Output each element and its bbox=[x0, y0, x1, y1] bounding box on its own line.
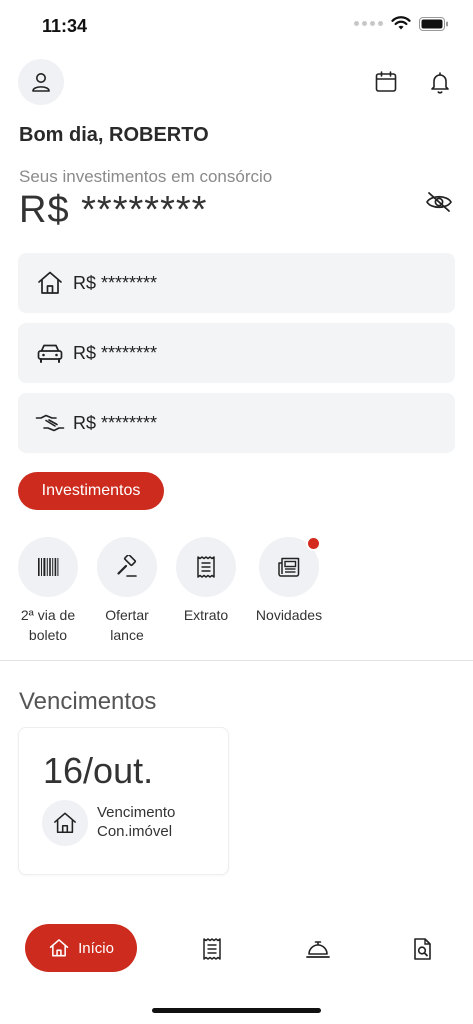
quick-action-label: Novidades bbox=[244, 605, 334, 625]
quick-action-circle bbox=[176, 537, 236, 597]
house-icon bbox=[42, 800, 88, 846]
tab-statement[interactable] bbox=[197, 934, 227, 964]
quick-action-news[interactable]: Novidades bbox=[244, 536, 334, 625]
calendar-button[interactable] bbox=[371, 67, 401, 97]
due-date-card[interactable]: 16/out. Vencimento Con.imóvel bbox=[18, 727, 229, 875]
label-line: 2ª via de bbox=[20, 607, 76, 623]
quick-action-label: 2ª via de boleto bbox=[3, 605, 93, 645]
receipt-icon bbox=[203, 938, 221, 960]
calendar-icon bbox=[375, 71, 397, 92]
quick-action-statement[interactable]: Extrato bbox=[161, 537, 251, 625]
quick-action-circle bbox=[97, 537, 157, 597]
tab-services[interactable] bbox=[303, 934, 333, 964]
investment-value: R$ ******** bbox=[73, 342, 158, 363]
house-icon bbox=[35, 268, 65, 298]
due-description: Vencimento Con.imóvel bbox=[97, 803, 175, 841]
battery-icon bbox=[419, 16, 448, 31]
total-balance: R$ ******** bbox=[19, 189, 208, 231]
due-line: Vencimento bbox=[97, 804, 176, 821]
investment-card-property[interactable]: R$ ******** bbox=[18, 253, 455, 313]
tab-search-documents[interactable] bbox=[408, 934, 438, 964]
investments-button[interactable]: Investimentos bbox=[18, 472, 164, 510]
investment-card-vehicle[interactable]: R$ ******** bbox=[18, 323, 455, 383]
label-line: lance bbox=[110, 627, 144, 643]
newspaper-icon bbox=[278, 557, 300, 577]
status-bar: 11:34 bbox=[0, 0, 473, 52]
tab-home-label: Início bbox=[78, 939, 114, 957]
notifications-button[interactable] bbox=[425, 67, 455, 97]
signal-icon bbox=[354, 21, 383, 26]
label-line: boleto bbox=[28, 627, 68, 643]
label-line: Extrato bbox=[183, 607, 229, 623]
barcode-icon bbox=[38, 558, 59, 576]
document-search-icon bbox=[414, 938, 431, 960]
investment-value: R$ ******** bbox=[73, 272, 158, 293]
label-line: Novidades bbox=[255, 607, 323, 623]
investment-card-services[interactable]: R$ ******** bbox=[18, 393, 455, 453]
investments-label: Seus investimentos em consórcio bbox=[19, 167, 273, 186]
label-line: Ofertar bbox=[105, 607, 149, 623]
status-time: 11:34 bbox=[42, 16, 88, 36]
service-bell-icon bbox=[306, 941, 330, 958]
profile-button[interactable] bbox=[18, 59, 64, 105]
car-icon bbox=[35, 338, 65, 368]
due-date: 16/out. bbox=[43, 750, 154, 791]
home-indicator bbox=[152, 1008, 321, 1013]
quick-action-boleto[interactable]: 2ª via de boleto bbox=[3, 537, 93, 645]
tab-home[interactable]: Início bbox=[25, 924, 137, 972]
gavel-icon bbox=[117, 555, 137, 577]
status-icons bbox=[354, 16, 449, 31]
receipt-icon bbox=[197, 556, 215, 578]
notification-badge bbox=[306, 536, 321, 551]
quick-action-circle bbox=[259, 536, 321, 597]
bottom-tab-bar: Início bbox=[0, 920, 473, 980]
greeting: Bom dia, ROBERTO bbox=[19, 124, 209, 146]
section-divider bbox=[0, 660, 473, 661]
header bbox=[18, 59, 455, 107]
house-icon bbox=[49, 939, 69, 957]
due-line: Con.imóvel bbox=[97, 823, 173, 840]
quick-action-label: Ofertar lance bbox=[82, 605, 172, 645]
user-icon bbox=[32, 73, 50, 92]
due-dates-title: Vencimentos bbox=[19, 688, 157, 715]
quick-action-label: Extrato bbox=[161, 605, 251, 625]
toggle-balance-visibility-button[interactable] bbox=[423, 186, 455, 218]
handshake-icon bbox=[35, 408, 65, 438]
quick-action-circle bbox=[18, 537, 78, 597]
investment-value: R$ ******** bbox=[73, 412, 158, 433]
quick-action-bid[interactable]: Ofertar lance bbox=[82, 537, 172, 645]
eye-off-icon bbox=[426, 192, 452, 212]
wifi-icon bbox=[391, 16, 411, 30]
bell-icon bbox=[431, 72, 449, 94]
